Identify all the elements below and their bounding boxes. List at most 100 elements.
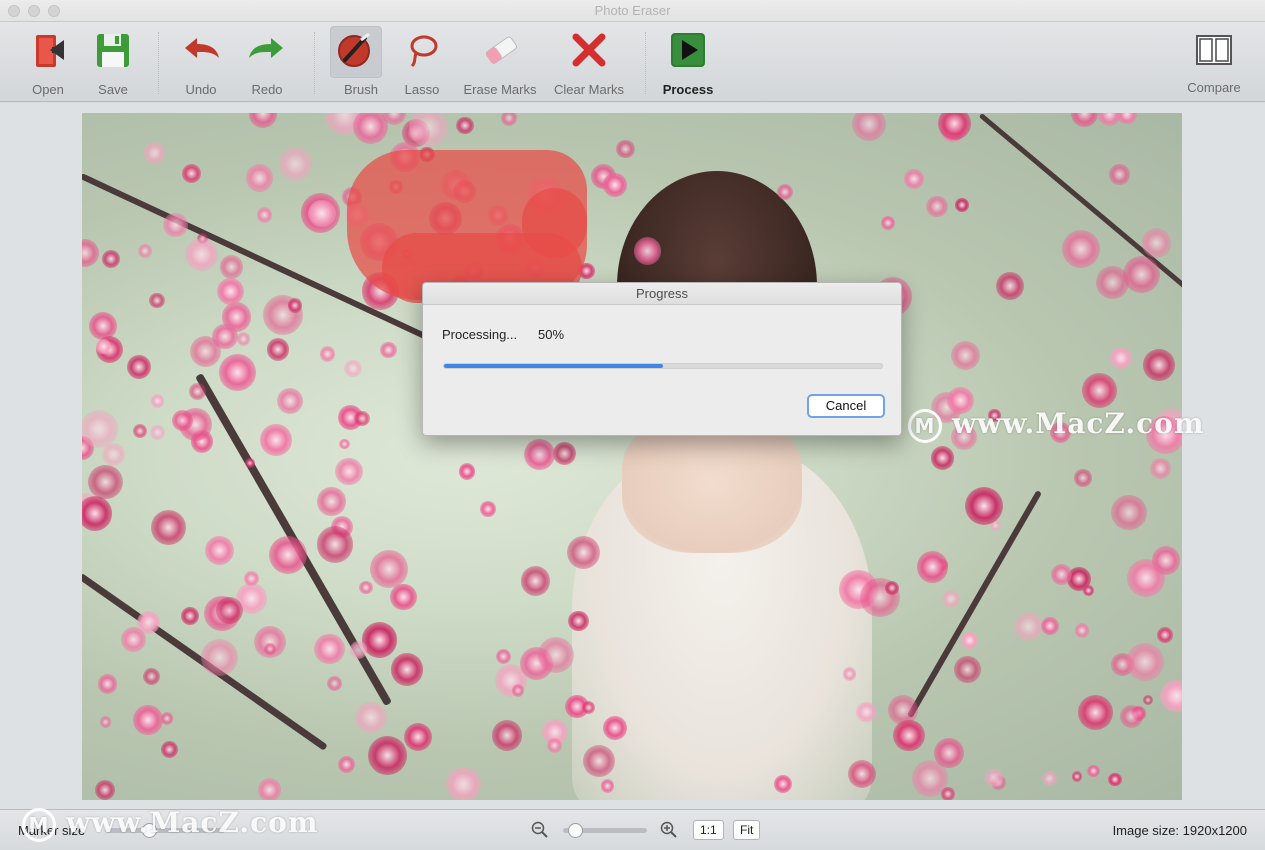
blossom xyxy=(221,302,251,332)
blossom xyxy=(276,387,304,415)
canvas-area[interactable]: Mwww.MacZ.com xyxy=(0,103,1265,809)
blossom xyxy=(180,606,199,625)
watermark: Mwww.MacZ.com xyxy=(22,806,318,842)
zoom-window-button[interactable] xyxy=(48,5,60,17)
blossom xyxy=(1143,695,1154,706)
floppy-disk-icon xyxy=(97,34,129,67)
blossom xyxy=(602,172,627,197)
blossom xyxy=(568,610,589,631)
blossom xyxy=(1156,627,1174,644)
blossom xyxy=(954,655,982,683)
blossom xyxy=(893,719,925,752)
red-x-icon xyxy=(572,33,606,67)
blossom xyxy=(1077,695,1113,730)
blossom xyxy=(1111,494,1147,531)
lasso-tool-button[interactable]: Lasso xyxy=(389,26,455,98)
play-icon xyxy=(671,33,705,67)
close-window-button[interactable] xyxy=(8,5,20,17)
blossom xyxy=(201,639,239,677)
blossom xyxy=(776,183,794,201)
blossom xyxy=(408,113,448,148)
process-button[interactable]: Process xyxy=(655,26,721,98)
blossom xyxy=(916,551,949,584)
blossom xyxy=(538,637,575,673)
blossom xyxy=(188,382,206,400)
zoom-slider-thumb[interactable] xyxy=(568,823,583,838)
blossom xyxy=(327,676,343,692)
blossom xyxy=(885,580,900,595)
open-door-icon xyxy=(36,35,64,67)
blossom xyxy=(355,701,387,734)
blossom xyxy=(132,704,164,736)
minimize-window-button[interactable] xyxy=(28,5,40,17)
blossom xyxy=(496,648,512,664)
blossom xyxy=(266,338,290,361)
blossom xyxy=(359,580,373,595)
progress-dialog: Progress Processing... 50% Cancel xyxy=(422,282,902,436)
blossom xyxy=(501,113,517,126)
blossom xyxy=(1051,564,1073,585)
blossom xyxy=(1120,705,1143,729)
blossom xyxy=(552,442,576,466)
save-button[interactable]: Save xyxy=(80,26,146,98)
blossom xyxy=(361,621,398,658)
brush-mark-region xyxy=(522,188,587,258)
zoom-in-icon[interactable] xyxy=(660,821,678,839)
erase-marks-button[interactable]: Erase Marks xyxy=(464,26,536,98)
blossom xyxy=(1074,623,1090,638)
dialog-title: Progress xyxy=(423,283,901,305)
blossom xyxy=(941,787,955,800)
blossom xyxy=(520,566,551,596)
blossom xyxy=(137,243,153,259)
blossom xyxy=(1095,266,1129,299)
watermark-text: www.MacZ.com xyxy=(66,806,319,839)
blossom xyxy=(1087,764,1100,778)
progress-status: Processing... xyxy=(442,327,518,342)
blossom xyxy=(316,526,354,563)
blossom xyxy=(1042,771,1057,786)
blossom xyxy=(319,345,336,362)
blossom xyxy=(1110,346,1133,369)
app-window: Photo Eraser Open Save Undo Redo Brush L… xyxy=(0,0,1265,850)
blossom xyxy=(215,596,244,625)
blossom xyxy=(546,737,562,753)
blossom xyxy=(903,169,924,189)
blossom xyxy=(856,701,877,723)
blossom xyxy=(1151,546,1181,575)
blossom xyxy=(458,462,476,480)
blossom xyxy=(82,238,100,268)
zoom-fit-button[interactable]: Fit xyxy=(733,820,761,840)
blossom xyxy=(491,720,523,751)
blossom xyxy=(523,439,555,471)
blossom xyxy=(390,583,417,610)
blossom xyxy=(218,353,257,392)
blossom xyxy=(1041,617,1060,635)
blossom xyxy=(278,147,312,181)
blossom xyxy=(97,674,118,694)
blossom xyxy=(82,409,119,448)
cancel-button[interactable]: Cancel xyxy=(807,394,885,418)
zoom-actual-size-button[interactable]: 1:1 xyxy=(693,820,724,840)
blossom xyxy=(1081,372,1117,408)
compare-button[interactable]: Compare xyxy=(1181,26,1247,98)
zoom-out-icon[interactable] xyxy=(531,821,549,839)
blossom xyxy=(933,738,964,769)
blossom xyxy=(1013,611,1044,642)
blossom xyxy=(313,633,345,665)
photo-canvas[interactable] xyxy=(82,113,1182,800)
blossom xyxy=(964,486,1003,526)
blossom xyxy=(248,113,278,128)
clear-marks-button[interactable]: Clear Marks xyxy=(554,26,624,98)
blossom xyxy=(951,340,981,370)
blossom xyxy=(150,394,165,408)
undo-arrow-icon xyxy=(185,38,219,58)
blossom xyxy=(403,722,432,751)
blossom xyxy=(881,216,896,231)
redo-label: Redo xyxy=(251,82,283,97)
blossom xyxy=(142,667,161,686)
redo-button[interactable]: Redo xyxy=(234,26,300,98)
blossom xyxy=(985,769,1003,787)
blossom xyxy=(1061,229,1100,268)
blossom xyxy=(926,195,948,218)
blossom xyxy=(851,113,886,142)
